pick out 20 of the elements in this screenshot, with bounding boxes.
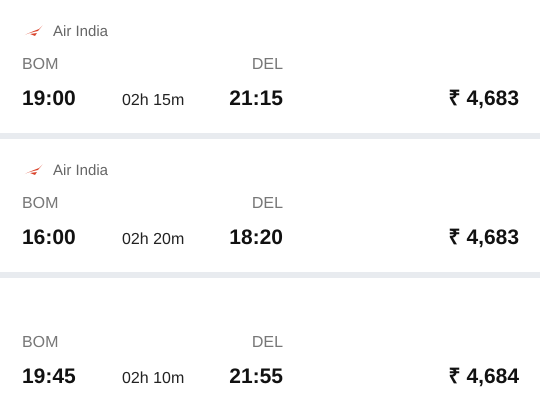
- fare-price: ₹ 4,683: [448, 225, 519, 250]
- arrival-time: 21:15: [229, 87, 283, 111]
- departure-time: 19:45: [22, 365, 76, 389]
- airline-name: Air India: [53, 22, 108, 40]
- departure-time: 16:00: [22, 226, 76, 250]
- destination-code: DEL: [252, 56, 283, 74]
- flight-duration: 02h 10m: [122, 370, 184, 388]
- flight-duration: 02h 15m: [122, 92, 184, 110]
- fare-price: ₹ 4,684: [448, 364, 519, 389]
- origin-code: BOM: [22, 56, 58, 74]
- arrival-time: 21:55: [229, 365, 283, 389]
- flight-duration: 02h 20m: [122, 231, 184, 249]
- destination-code: DEL: [252, 195, 283, 213]
- fare-price: ₹ 4,683: [448, 86, 519, 111]
- destination-code: DEL: [252, 334, 283, 352]
- departure-time: 19:00: [22, 87, 76, 111]
- origin-code: BOM: [22, 334, 58, 352]
- arrival-time: 18:20: [229, 226, 283, 250]
- airline-name: Air India: [53, 162, 108, 178]
- origin-code: BOM: [22, 195, 58, 213]
